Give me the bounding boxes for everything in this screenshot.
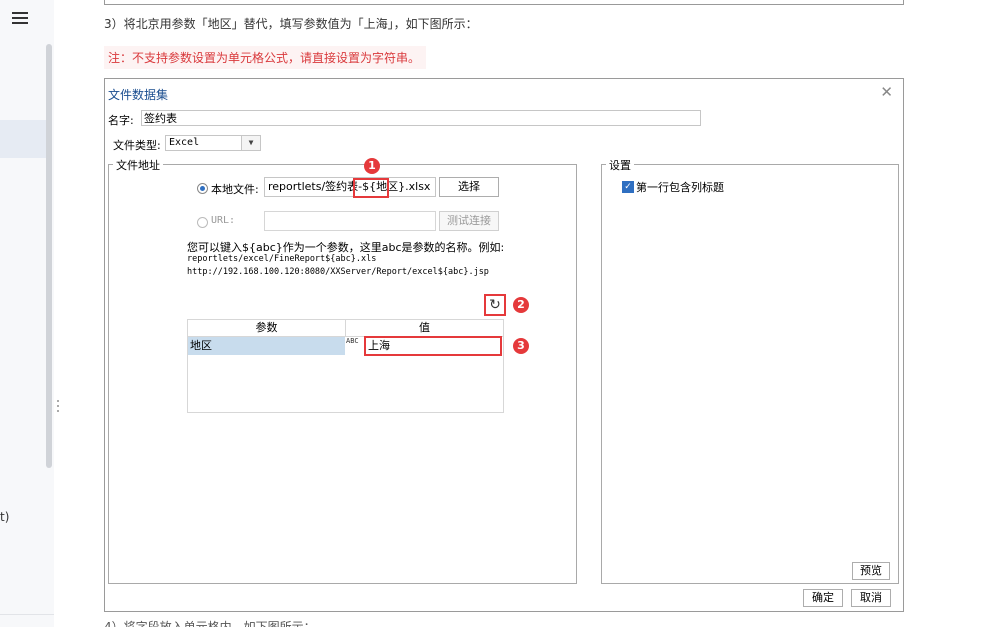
close-icon[interactable]: ✕ xyxy=(880,83,893,101)
column-header-value: 值 xyxy=(419,321,430,334)
chevron-down-icon[interactable]: ▼ xyxy=(241,136,260,150)
callout-badge-1: 1 xyxy=(364,158,380,174)
parameter-value-input[interactable]: 上海 xyxy=(364,336,502,356)
local-file-radio[interactable] xyxy=(197,183,208,194)
preview-button[interactable]: 预览 xyxy=(852,562,890,580)
file-dataset-dialog: 文件数据集 ✕ 名字: 签约表 文件类型: Excel ▼ 文件地址 本地文件:… xyxy=(104,78,904,612)
step-4-text: 4）将字段放入单元格内，如下图所示： xyxy=(104,620,316,627)
previous-figure-border xyxy=(104,0,904,5)
param-hint-example-1: reportlets/excel/FineReport${abc}.xls xyxy=(187,254,377,264)
file-type-select[interactable]: Excel ▼ xyxy=(165,135,261,151)
file-address-title: 文件地址 xyxy=(113,157,163,173)
file-type-value: Excel xyxy=(169,137,200,148)
dialog-title: 文件数据集 xyxy=(108,88,169,102)
step-3-text: 3）将北京用参数「地区」替代，填写参数值为「上海」，如下图所示： xyxy=(104,17,478,31)
parameter-table-header: 参数 值 xyxy=(188,320,503,337)
settings-group: 设置 ✓ 第一行包含列标题 预览 xyxy=(601,157,899,584)
sidebar-divider xyxy=(0,614,54,615)
sidebar-scrollbar[interactable] xyxy=(46,44,52,468)
url-label: URL: xyxy=(211,215,236,226)
test-connection-button[interactable]: 测试连接 xyxy=(439,211,499,231)
param-hint-text: 您可以键入${abc}作为一个参数，这里abc是参数的名称。例如: xyxy=(187,241,505,254)
ok-button[interactable]: 确定 xyxy=(803,589,843,607)
column-header-param: 参数 xyxy=(188,320,346,336)
doc-sidebar: t) xyxy=(0,0,54,627)
name-label: 名字: xyxy=(108,114,134,127)
parameter-table: 参数 值 地区 ABC 上海 xyxy=(187,319,504,413)
local-file-label: 本地文件: xyxy=(211,183,259,196)
path-suffix: .xlsx xyxy=(405,180,431,193)
first-row-header-label: 第一行包含列标题 xyxy=(636,181,724,194)
choose-file-button[interactable]: 选择 xyxy=(439,177,499,197)
resize-handle[interactable] xyxy=(57,400,59,415)
name-input[interactable]: 签约表 xyxy=(141,110,701,126)
url-input[interactable] xyxy=(264,211,436,231)
sidebar-text-snippet: t) xyxy=(0,510,10,524)
sidebar-selected-item[interactable] xyxy=(0,120,46,158)
parameter-name-cell[interactable]: 地区 xyxy=(188,337,345,355)
settings-title: 设置 xyxy=(606,157,634,173)
hamburger-menu-icon[interactable] xyxy=(12,12,28,26)
first-row-header-checkbox[interactable]: ✓ xyxy=(622,181,634,193)
refresh-icon[interactable]: ↻ xyxy=(484,294,506,316)
param-highlight-box xyxy=(353,178,389,198)
local-file-path-input[interactable]: reportlets/签约表-${地区}.xlsx xyxy=(264,177,436,197)
cancel-button[interactable]: 取消 xyxy=(851,589,891,607)
warning-note: 注：不支持参数设置为单元格公式，请直接设置为字符串。 xyxy=(104,46,427,69)
file-address-group: 文件地址 本地文件: reportlets/签约表-${地区}.xlsx 1 选… xyxy=(108,157,577,584)
file-type-label: 文件类型: xyxy=(113,139,161,152)
abc-type-icon[interactable]: ABC xyxy=(346,338,362,354)
callout-badge-3: 3 xyxy=(513,338,529,354)
url-radio[interactable] xyxy=(197,217,208,228)
callout-badge-2: 2 xyxy=(513,297,529,313)
path-prefix: reportlets/签约表- xyxy=(268,180,363,193)
param-hint-example-2: http://192.168.100.120:8080/XXServer/Rep… xyxy=(187,267,489,277)
